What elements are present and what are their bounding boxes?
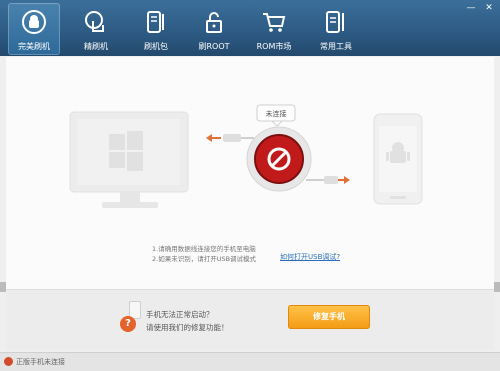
usb-debug-help-link[interactable]: 如何打开USB调试? <box>280 252 340 262</box>
tool-flash-pack[interactable]: 刷机包 <box>130 3 182 55</box>
touch-icon <box>85 11 104 32</box>
tool-label: 完美刷机 <box>18 42 50 51</box>
repair-hint-line-1: 手机无法正常启动？ <box>146 310 214 319</box>
tool-label: 刷ROOT <box>198 42 230 51</box>
tool-label: ROM市场 <box>256 42 292 51</box>
status-text: 正版手机未连接 <box>16 358 65 366</box>
tool-common-tools[interactable]: 常用工具 <box>310 3 362 55</box>
instruction-line-1: 1.请确用数据线连接您的手机至电脑 <box>152 245 256 253</box>
tool-label: 常用工具 <box>320 42 352 51</box>
unlock-icon <box>206 12 222 33</box>
minimize-button[interactable]: — <box>464 2 478 14</box>
usb-plug-left-icon <box>206 134 254 142</box>
help-question-icon: ? <box>120 316 136 332</box>
top-toolbar: 完美刷机 精刷机 刷机包 刷ROOT ROM市场 常用工具 — ✕ <box>0 0 500 56</box>
app-window: 完美刷机 精刷机 刷机包 刷ROOT ROM市场 常用工具 — ✕ 未连接 1.… <box>0 0 500 371</box>
disconnected-status-icon <box>246 126 312 192</box>
cart-icon <box>263 13 286 32</box>
android-refresh-icon <box>22 10 46 34</box>
right-arrow-icon[interactable] <box>494 282 500 292</box>
connection-status-text: 未连接 <box>266 109 287 118</box>
tool-rom-market[interactable]: ROM市场 <box>248 3 300 55</box>
phone-tools-icon <box>147 11 164 33</box>
tool-fine-flash[interactable]: 精刷机 <box>70 3 122 55</box>
repair-panel: ? 手机无法正常启动？ 请使用我们的修复功能！ 修复手机 <box>6 290 494 350</box>
tool-label: 刷机包 <box>144 42 168 51</box>
instruction-line-2: 2.如果未识别，请打开USB调试模式 <box>152 255 257 263</box>
tool-root[interactable]: 刷ROOT <box>188 3 240 55</box>
computer-icon <box>69 111 189 208</box>
close-button[interactable]: ✕ <box>482 2 496 14</box>
phone-wrench-icon <box>326 11 344 33</box>
phone-icon <box>373 113 423 205</box>
instruction-text: 1.请确用数据线连接您的手机至电脑 2.如果未识别，请打开USB调试模式 <box>152 244 392 264</box>
repair-phone-button[interactable]: 修复手机 <box>288 305 370 329</box>
tool-perfect-flash[interactable]: 完美刷机 <box>8 3 60 55</box>
status-warning-icon <box>4 357 13 366</box>
usb-plug-right-icon <box>306 176 350 184</box>
repair-hint: 手机无法正常启动？ 请使用我们的修复功能！ <box>146 308 229 334</box>
tool-label: 精刷机 <box>84 42 108 51</box>
status-bar: 正版手机未连接 <box>0 352 500 371</box>
repair-hint-line-2: 请使用我们的修复功能！ <box>146 323 229 332</box>
